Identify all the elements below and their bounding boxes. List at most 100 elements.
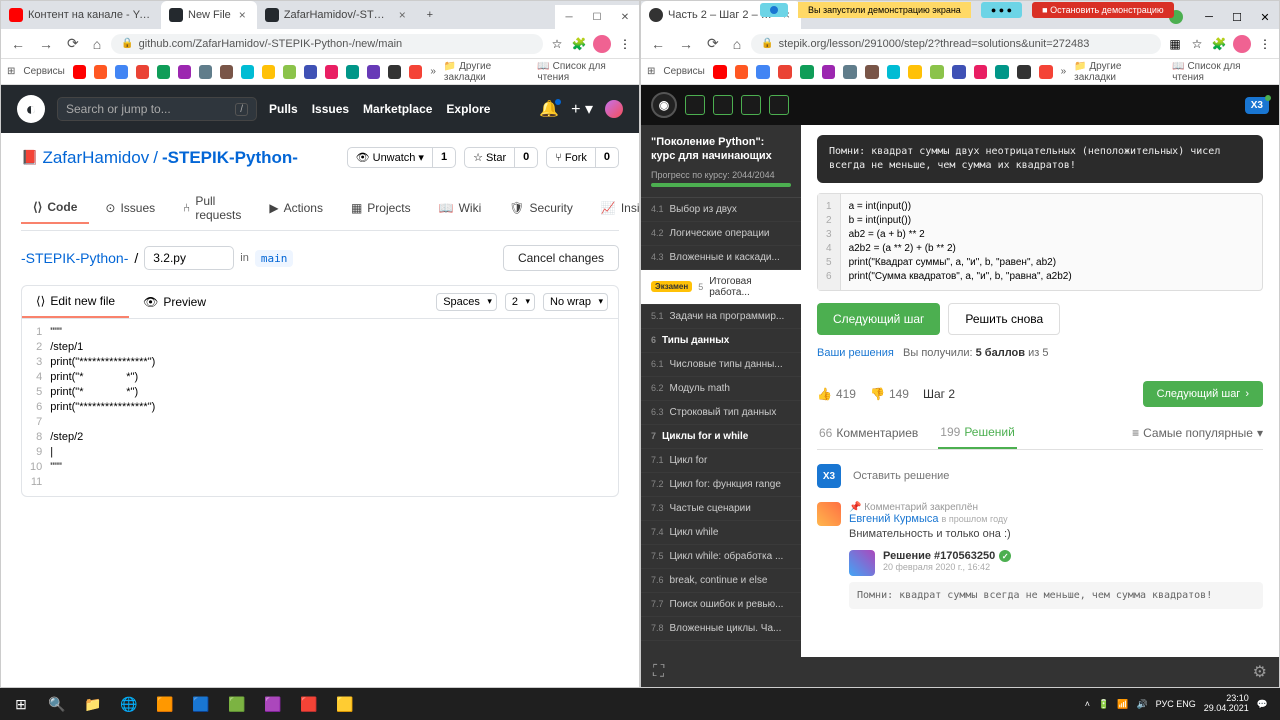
apps-icon[interactable]: ⊞: [647, 66, 655, 77]
maximize-icon[interactable]: ☐: [1223, 11, 1251, 24]
tab-repo[interactable]: ZafarHamidov/-STEPIK-Python-×: [257, 1, 417, 29]
minimize-icon[interactable]: ─: [1195, 11, 1223, 23]
search-icon[interactable]: 🔍: [40, 690, 74, 718]
sidebar-item[interactable]: 4.1Выбор из двух: [641, 198, 801, 222]
bookmark-icon[interactable]: [930, 65, 944, 79]
extension-icon[interactable]: ▦: [1167, 36, 1183, 52]
sidebar-item[interactable]: 7.1Цикл for: [641, 449, 801, 473]
cancel-button[interactable]: Cancel changes: [503, 245, 619, 271]
commenter-avatar[interactable]: [817, 502, 841, 526]
profile-avatar[interactable]: [605, 100, 623, 118]
bookmark-icon[interactable]: [136, 65, 149, 79]
app-icon[interactable]: 🟦: [184, 690, 218, 718]
notifications-icon[interactable]: 💬: [1257, 699, 1268, 710]
profile-avatar[interactable]: [1233, 35, 1251, 53]
nav-pulls[interactable]: Pulls: [269, 102, 298, 116]
solutions-tab[interactable]: 199Решений: [938, 417, 1017, 449]
solution-input[interactable]: [849, 466, 1263, 486]
bookmark-icon[interactable]: [325, 65, 338, 79]
tab-security[interactable]: 🛡 Security: [497, 193, 585, 223]
url-input[interactable]: 🔒stepik.org/lesson/291000/step/2?thread=…: [751, 34, 1161, 54]
sort-dropdown[interactable]: ≡ Самые популярные ▾: [1132, 426, 1263, 440]
apps-icon[interactable]: ⊞: [7, 66, 15, 77]
github-logo-icon[interactable]: ◐: [17, 95, 45, 123]
nav-square[interactable]: [769, 95, 789, 115]
back-icon[interactable]: ←: [647, 34, 669, 54]
nav-square[interactable]: [685, 95, 705, 115]
bookmark-icon[interactable]: [367, 65, 380, 79]
branch-label[interactable]: main: [255, 250, 294, 267]
code-editor[interactable]: 1234567891011 """/step/1print("*********…: [22, 319, 618, 496]
profile-avatar[interactable]: [593, 35, 611, 53]
bookmark-icon[interactable]: [262, 65, 275, 79]
extension-icon[interactable]: 🧩: [571, 36, 587, 52]
home-icon[interactable]: ⌂: [729, 34, 745, 54]
star-icon[interactable]: ☆: [549, 36, 565, 52]
sidebar-item[interactable]: 6Типы данных: [641, 329, 801, 353]
maximize-icon[interactable]: ☐: [583, 5, 611, 29]
course-title[interactable]: "Поколение Python": курс для начинающих: [651, 135, 791, 164]
commenter-link[interactable]: Евгений Курмыса: [849, 513, 938, 525]
star-button[interactable]: ☆ Star: [465, 148, 515, 167]
unwatch-button[interactable]: 👁 Unwatch ▾: [348, 148, 433, 167]
tab-newfile[interactable]: New File×: [161, 1, 257, 29]
lang-switch[interactable]: РУС ENG: [1156, 699, 1196, 709]
bookmark-icon[interactable]: [822, 65, 836, 79]
like-button[interactable]: 👍 419: [817, 387, 856, 401]
sidebar-item[interactable]: 7.2Цикл for: функция range: [641, 473, 801, 497]
bookmark-icon[interactable]: [199, 65, 212, 79]
stepik-logo-icon[interactable]: ◉: [651, 92, 677, 118]
app-icon[interactable]: 🟥: [292, 690, 326, 718]
bookmark-icon[interactable]: [887, 65, 901, 79]
bookmark-icon[interactable]: [283, 65, 296, 79]
next-step-button-2[interactable]: Следующий шаг ›: [1143, 381, 1263, 407]
sidebar-item[interactable]: 7.6break, continue и else: [641, 569, 801, 593]
sidebar-item[interactable]: 4.2Логические операции: [641, 222, 801, 246]
start-icon[interactable]: ⊞: [4, 690, 38, 718]
forward-icon[interactable]: →: [35, 34, 57, 54]
new-tab-button[interactable]: +: [417, 1, 443, 29]
bookmark-icon[interactable]: [1017, 65, 1031, 79]
tab-issues[interactable]: ⊙ Issues: [93, 193, 167, 223]
bell-icon[interactable]: 🔔: [539, 99, 559, 119]
nav-square[interactable]: [713, 95, 733, 115]
home-icon[interactable]: ⌂: [89, 34, 105, 54]
fork-button[interactable]: ⑂ Fork: [547, 148, 596, 167]
star-icon[interactable]: ☆: [1189, 36, 1205, 52]
nav-explore[interactable]: Explore: [446, 102, 490, 116]
bookmark-icon[interactable]: [800, 65, 814, 79]
bookmark-icon[interactable]: [115, 65, 128, 79]
bookmark-icon[interactable]: [908, 65, 922, 79]
tab-actions[interactable]: ▶ Actions: [257, 193, 335, 223]
sidebar-item[interactable]: 7.4Цикл while: [641, 521, 801, 545]
fullscreen-icon[interactable]: ⛶: [653, 663, 664, 681]
back-icon[interactable]: ←: [7, 34, 29, 54]
tray-icon[interactable]: 🔋: [1098, 699, 1109, 710]
tab-wiki[interactable]: 📖 Wiki: [427, 193, 494, 223]
close-icon[interactable]: ✕: [611, 5, 639, 29]
menu-icon[interactable]: ⋮: [1257, 36, 1273, 52]
tab-youtube[interactable]: Контент на канале - YouTube: [1, 1, 161, 29]
comments-tab[interactable]: 66Комментариев: [817, 418, 920, 448]
other-bookmarks[interactable]: 📁 Другие закладки: [1074, 61, 1164, 83]
tab-pr[interactable]: ⑃ Pull requests: [171, 186, 253, 230]
owner-link[interactable]: ZafarHamidov: [42, 148, 149, 168]
sidebar-item[interactable]: 7.7Поиск ошибок и ревью...: [641, 593, 801, 617]
retry-button[interactable]: Решить снова: [948, 303, 1060, 335]
bookmark-icon[interactable]: [952, 65, 966, 79]
sidebar-item[interactable]: 5.1Задачи на программир...: [641, 305, 801, 329]
forward-icon[interactable]: →: [675, 34, 697, 54]
plus-icon[interactable]: + ▾: [571, 99, 593, 119]
tray-icon[interactable]: ˄: [1085, 699, 1090, 709]
settings-icon[interactable]: ⚙: [1253, 662, 1267, 682]
filename-input[interactable]: 3.2.py: [144, 246, 234, 270]
close-icon[interactable]: ✕: [1251, 11, 1279, 24]
tab-preview[interactable]: 👁 Preview: [129, 287, 220, 317]
bookmark-icon[interactable]: [157, 65, 170, 79]
nav-issues[interactable]: Issues: [312, 102, 349, 116]
bookmark-icon[interactable]: [713, 65, 727, 79]
nav-square[interactable]: [741, 95, 761, 115]
chrome-icon[interactable]: 🌐: [112, 690, 146, 718]
bookmark-icon[interactable]: [346, 65, 359, 79]
solver-avatar[interactable]: [849, 550, 875, 576]
